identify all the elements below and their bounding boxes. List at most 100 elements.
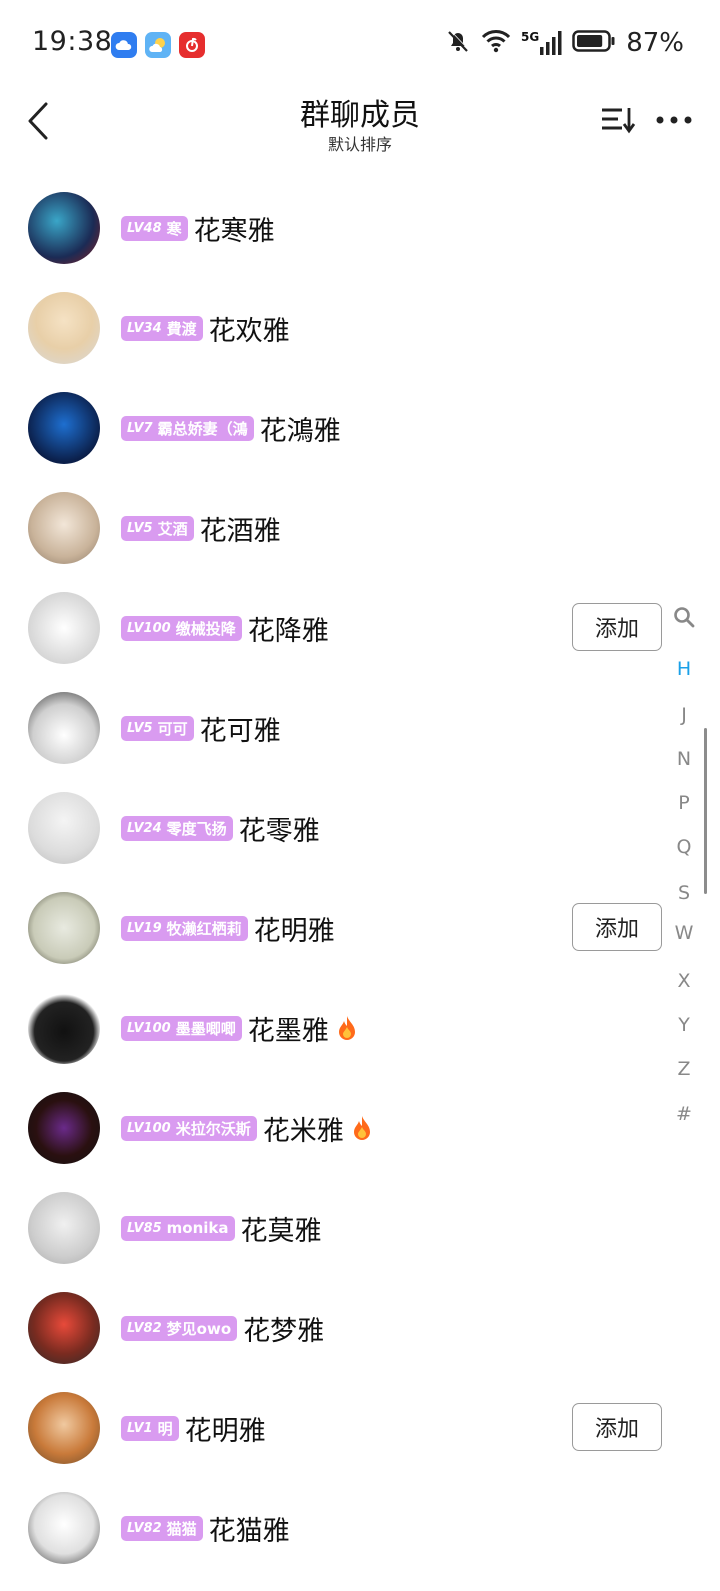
member-row[interactable]: LV100 墨墨唧唧 花墨雅 [0, 978, 720, 1078]
index-letter[interactable]: S [666, 882, 702, 904]
member-name: 花寒雅 [193, 215, 275, 247]
member-level: LV5 [127, 520, 153, 536]
member-avatar[interactable] [28, 392, 100, 464]
member-row[interactable]: LV48 寒花寒雅 [0, 178, 720, 278]
add-friend-button[interactable]: 添加 [572, 1403, 662, 1451]
member-row[interactable]: LV7 霸总娇妻（鴻 花鴻雅 [0, 378, 720, 478]
member-level: LV100 [127, 1120, 171, 1136]
member-level-badge: LV24 零度飞扬 [121, 815, 233, 841]
member-level-badge: LV82 梦见owo [121, 1315, 238, 1341]
index-letter[interactable]: Z [666, 1058, 702, 1080]
wifi-icon [481, 28, 511, 58]
member-name: 花可雅 [199, 715, 281, 747]
member-level-badge: LV82 猫猫 [121, 1515, 203, 1541]
member-row[interactable]: LV1 明花明雅 添加 [0, 1378, 720, 1478]
member-level-badge: LV85 monika [121, 1215, 235, 1241]
member-title: 可可 [157, 719, 188, 738]
index-letter[interactable]: # [666, 1103, 702, 1125]
member-avatar[interactable] [28, 492, 100, 564]
member-level: LV82 [127, 1320, 162, 1336]
member-row[interactable]: LV5 艾酒 花酒雅 [0, 478, 720, 578]
battery-icon [572, 29, 616, 57]
member-title: 零度飞扬 [166, 819, 227, 838]
member-row[interactable]: LV100 米拉尔沃斯 花米雅 [0, 1078, 720, 1178]
member-row[interactable]: LV24 零度飞扬 花零雅 [0, 778, 720, 878]
member-level-badge: LV100 米拉尔沃斯 [121, 1115, 257, 1141]
member-level: LV7 [127, 420, 153, 436]
member-title: monika [166, 1219, 229, 1237]
member-info: LV100 墨墨唧唧 花墨雅 [121, 978, 357, 1078]
member-row[interactable]: LV5 可可 花可雅 [0, 678, 720, 778]
index-letter[interactable]: X [666, 970, 702, 992]
nav-bar: 群聊成员 默认排序 [0, 90, 720, 168]
member-row[interactable]: LV34 費渡 花欢雅 [0, 278, 720, 378]
member-title: 米拉尔沃斯 [175, 1119, 251, 1138]
member-title: 費渡 [166, 319, 197, 338]
status-indicators: 5G 87% [445, 28, 684, 58]
member-row[interactable]: LV82 猫猫 花猫雅 [0, 1478, 720, 1578]
member-level: LV85 [127, 1220, 162, 1236]
mute-bell-icon [445, 28, 471, 58]
add-friend-button[interactable]: 添加 [572, 903, 662, 951]
member-name: 花欢雅 [208, 315, 290, 347]
index-letter[interactable]: H [666, 658, 702, 680]
index-search-icon[interactable] [666, 606, 702, 633]
member-level: LV34 [127, 320, 162, 336]
index-letter[interactable]: N [666, 748, 702, 770]
member-level: LV100 [127, 620, 171, 636]
more-options-button[interactable] [654, 100, 694, 140]
member-info: LV5 艾酒 花酒雅 [121, 478, 281, 578]
add-friend-button[interactable]: 添加 [572, 603, 662, 651]
member-title: 缴械投降 [175, 619, 236, 638]
member-level-badge: LV1 明 [121, 1415, 179, 1441]
index-letter[interactable]: J [666, 704, 702, 726]
index-letter[interactable]: Q [666, 836, 702, 858]
member-level-badge: LV48 寒 [121, 215, 188, 241]
member-row[interactable]: LV19 牧濑红栖莉 花明雅 添加 [0, 878, 720, 978]
member-avatar[interactable] [28, 1392, 100, 1464]
member-row[interactable]: LV100 缴械投降 花降雅 添加 [0, 578, 720, 678]
member-avatar[interactable] [28, 992, 100, 1064]
fire-icon [337, 1015, 357, 1041]
member-avatar[interactable] [28, 792, 100, 864]
member-title: 墨墨唧唧 [175, 1019, 236, 1038]
index-letter[interactable]: Y [666, 1014, 702, 1036]
member-avatar[interactable] [28, 892, 100, 964]
member-level-badge: LV19 牧濑红栖莉 [121, 915, 248, 941]
member-avatar[interactable] [28, 1092, 100, 1164]
member-avatar[interactable] [28, 1192, 100, 1264]
index-letter[interactable]: W [666, 922, 702, 944]
member-info: LV1 明花明雅 [121, 1378, 266, 1478]
member-info: LV82 猫猫 花猫雅 [121, 1478, 290, 1578]
member-avatar[interactable] [28, 192, 100, 264]
member-avatar[interactable] [28, 592, 100, 664]
member-list[interactable]: LV48 寒花寒雅 LV34 費渡 花欢雅 LV7 霸总娇妻（鴻 花鴻雅 LV5 艾酒 花酒雅 LV1… [0, 178, 720, 1578]
member-title: 猫猫 [166, 1519, 197, 1538]
member-row[interactable]: LV82 梦见owo 花梦雅 [0, 1278, 720, 1378]
member-avatar[interactable] [28, 1292, 100, 1364]
member-name: 花猫雅 [208, 1515, 290, 1547]
member-level-badge: LV5 可可 [121, 715, 194, 741]
cloud-app-icon [111, 32, 137, 58]
netease-music-icon [179, 32, 205, 58]
member-title: 寒 [166, 219, 182, 238]
network-type: 5G [521, 30, 540, 44]
member-title: 霸总娇妻（鴻 [157, 419, 248, 438]
member-avatar[interactable] [28, 1492, 100, 1564]
member-level-badge: LV100 墨墨唧唧 [121, 1015, 242, 1041]
member-name: 花米雅 [262, 1115, 344, 1147]
member-avatar[interactable] [28, 292, 100, 364]
index-letter[interactable]: P [666, 792, 702, 814]
member-info: LV100 缴械投降 花降雅 [121, 578, 329, 678]
status-time: 19:38 [32, 26, 113, 57]
member-avatar[interactable] [28, 692, 100, 764]
member-title: 艾酒 [157, 519, 188, 538]
member-name: 花梦雅 [243, 1315, 325, 1347]
status-bar: 19:38 5G 87% [0, 0, 720, 90]
member-row[interactable]: LV85 monika 花莫雅 [0, 1178, 720, 1278]
scrollbar-thumb[interactable] [704, 728, 707, 894]
sort-button[interactable] [598, 100, 638, 140]
member-title: 梦见owo [166, 1319, 232, 1338]
member-level-badge: LV100 缴械投降 [121, 615, 242, 641]
member-name: 花酒雅 [199, 515, 281, 547]
